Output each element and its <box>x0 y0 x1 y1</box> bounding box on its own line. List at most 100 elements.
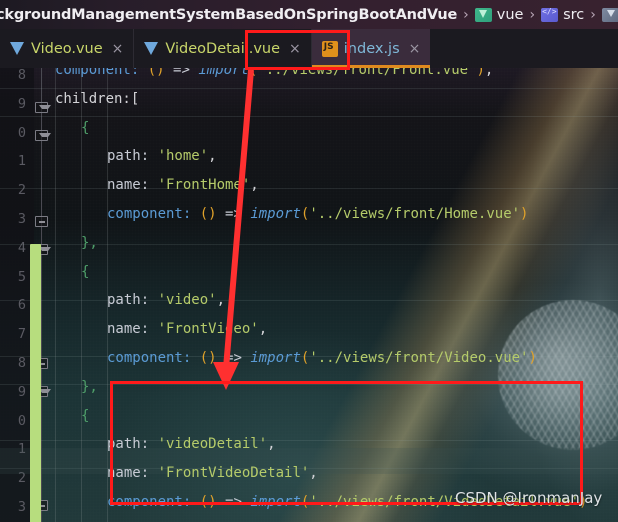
code-token: component: <box>107 494 200 510</box>
breadcrumb-item-vue[interactable]: vue <box>474 6 524 23</box>
code-token: component: <box>107 350 200 366</box>
code-token: import <box>250 206 301 222</box>
row-separator <box>0 188 618 189</box>
code-token: => <box>225 494 251 510</box>
close-icon[interactable]: × <box>409 41 421 57</box>
code-token: 'video' <box>157 292 217 309</box>
line-number: 1 <box>17 153 26 170</box>
router-folder-icon <box>601 7 618 22</box>
code-token: path: <box>107 292 158 309</box>
code-line[interactable]: path: 'videoDetail', <box>107 436 276 452</box>
code-token: children:[ <box>55 90 140 107</box>
code-token: , <box>216 292 226 309</box>
code-line[interactable]: { <box>81 120 89 136</box>
code-line[interactable]: name: 'FrontVideo', <box>107 321 267 337</box>
code-token: name: <box>107 465 158 482</box>
row-separator <box>0 116 618 117</box>
code-line[interactable]: }, <box>81 379 98 395</box>
code-token: { <box>81 263 90 280</box>
line-number: 0 <box>17 412 26 429</box>
code-token: name: <box>107 321 158 338</box>
row-separator <box>0 88 618 89</box>
code-token: import <box>250 350 301 366</box>
code-token: '../views/front/Home.vue' <box>309 206 521 222</box>
breadcrumb-item-vue-label: vue <box>496 6 524 23</box>
vue-file-icon <box>10 42 25 55</box>
code-token: { <box>81 407 90 424</box>
line-number: 9 <box>17 95 26 112</box>
csdn-watermark: CSDN @IronmanJay <box>455 489 603 507</box>
code-fold-toggle[interactable] <box>35 130 51 141</box>
vcs-change-marker[interactable] <box>30 244 41 522</box>
code-line[interactable]: name: 'FrontHome', <box>107 177 259 193</box>
close-icon[interactable]: × <box>289 41 301 57</box>
breadcrumb-separator: › <box>463 6 469 23</box>
code-token: component: <box>107 206 200 222</box>
code-token: { <box>81 119 90 136</box>
tab-index-js[interactable]: index.js × <box>310 29 431 68</box>
code-token: '../views/front/Video.vue' <box>309 350 529 366</box>
line-number: 3 <box>17 211 26 227</box>
code-token: name: <box>107 177 158 194</box>
code-token: , <box>250 177 259 194</box>
code-fold-toggle[interactable] <box>35 216 48 227</box>
code-token: }, <box>81 234 98 251</box>
code-line[interactable]: path: 'home', <box>107 148 217 164</box>
code-token: 'FrontVideoDetail' <box>157 465 310 482</box>
code-token: () <box>199 206 226 222</box>
code-token: 'FrontHome' <box>157 177 251 194</box>
code-fold-toggle[interactable] <box>35 102 51 113</box>
code-token: path: <box>107 148 158 165</box>
tab-videodetail-vue[interactable]: VideoDetail.vue × <box>133 29 310 68</box>
breadcrumb-item-src[interactable]: src <box>541 7 584 23</box>
code-token: , <box>208 148 217 165</box>
code-line[interactable]: { <box>81 264 89 280</box>
code-line[interactable]: }, <box>81 235 98 251</box>
code-line[interactable]: name: 'FrontVideoDetail', <box>107 465 318 481</box>
breadcrumb-item-router[interactable]: router <box>601 7 618 23</box>
code-token: , <box>267 436 276 453</box>
code-line[interactable]: component: () => import('../views/front/… <box>107 350 537 366</box>
line-number: 5 <box>17 268 26 285</box>
line-number: 8 <box>17 67 26 83</box>
code-line[interactable]: path: 'video', <box>107 292 225 308</box>
breadcrumb-separator: › <box>590 6 596 23</box>
line-number: 4 <box>17 239 26 256</box>
close-icon[interactable]: × <box>112 41 124 57</box>
code-line[interactable]: children:[ <box>55 91 139 107</box>
tab-index-js-label: index.js <box>343 40 400 57</box>
tab-videodetail-vue-label: VideoDetail.vue <box>165 40 281 57</box>
code-token: path: <box>107 436 158 453</box>
line-number: 0 <box>17 124 26 141</box>
breadcrumb: ckgroundManagementSystemBasedOnSpringBoo… <box>0 0 618 29</box>
breadcrumb-item-src-label: src <box>563 6 585 23</box>
line-number: 3 <box>17 499 26 515</box>
vue-file-icon <box>144 42 159 55</box>
code-token: => <box>225 350 251 366</box>
row-separator <box>0 440 618 441</box>
editor-tab-bar: Video.vue × VideoDetail.vue × index.js × <box>0 29 618 68</box>
vue-folder-icon <box>474 7 492 22</box>
code-line[interactable]: component: () => import('../views/front/… <box>107 206 528 222</box>
code-token: ) <box>528 350 537 366</box>
code-token: () <box>199 350 226 366</box>
code-line[interactable]: { <box>81 408 89 424</box>
line-number: 2 <box>17 182 26 199</box>
line-number: 7 <box>17 326 26 343</box>
code-token: }, <box>81 378 98 395</box>
code-token: import <box>250 494 301 510</box>
code-token: () <box>199 494 226 510</box>
js-file-icon <box>321 40 338 57</box>
code-token: => <box>225 206 251 222</box>
code-token: ) <box>520 206 529 222</box>
tab-video-vue[interactable]: Video.vue × <box>0 29 133 68</box>
breadcrumb-separator: › <box>529 6 536 23</box>
tab-video-vue-label: Video.vue <box>31 40 103 57</box>
code-token: 'FrontVideo' <box>157 321 259 338</box>
code-token: 'home' <box>157 148 209 165</box>
code-editor[interactable]: 89012345678901234component: () => import… <box>0 62 618 522</box>
breadcrumb-project-root[interactable]: ckgroundManagementSystemBasedOnSpringBoo… <box>0 7 457 23</box>
code-token: , <box>309 465 318 482</box>
line-number: 8 <box>17 355 26 371</box>
line-number: 9 <box>17 383 26 400</box>
